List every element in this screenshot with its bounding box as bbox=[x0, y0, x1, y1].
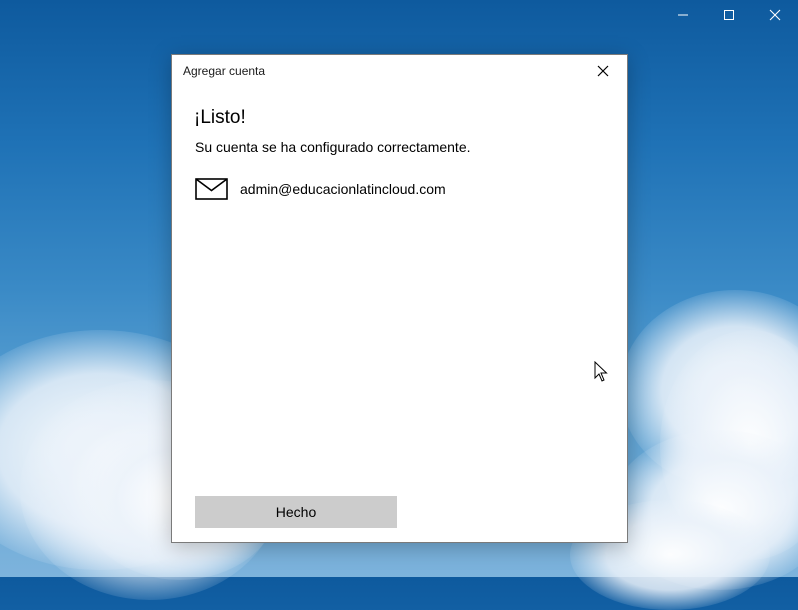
account-email: admin@educacionlatincloud.com bbox=[240, 181, 446, 197]
maximize-button[interactable] bbox=[706, 0, 752, 30]
close-icon bbox=[597, 65, 609, 77]
account-item: admin@educacionlatincloud.com bbox=[195, 178, 446, 200]
close-window-button[interactable] bbox=[752, 0, 798, 30]
minimize-button[interactable] bbox=[660, 0, 706, 30]
dialog-close-button[interactable] bbox=[587, 59, 619, 83]
mouse-pointer-icon bbox=[594, 361, 608, 382]
window-controls bbox=[660, 0, 798, 30]
maximize-icon bbox=[724, 10, 734, 20]
dialog-title: Agregar cuenta bbox=[183, 64, 266, 78]
close-icon bbox=[769, 9, 781, 21]
add-account-dialog: Agregar cuenta ¡Listo! Su cuenta se ha c… bbox=[171, 54, 628, 543]
minimize-icon bbox=[678, 14, 688, 16]
mail-icon bbox=[195, 178, 228, 200]
success-heading: ¡Listo! bbox=[194, 107, 246, 128]
success-message: Su cuenta se ha configurado correctament… bbox=[195, 139, 471, 155]
done-button[interactable]: Hecho bbox=[195, 496, 397, 528]
